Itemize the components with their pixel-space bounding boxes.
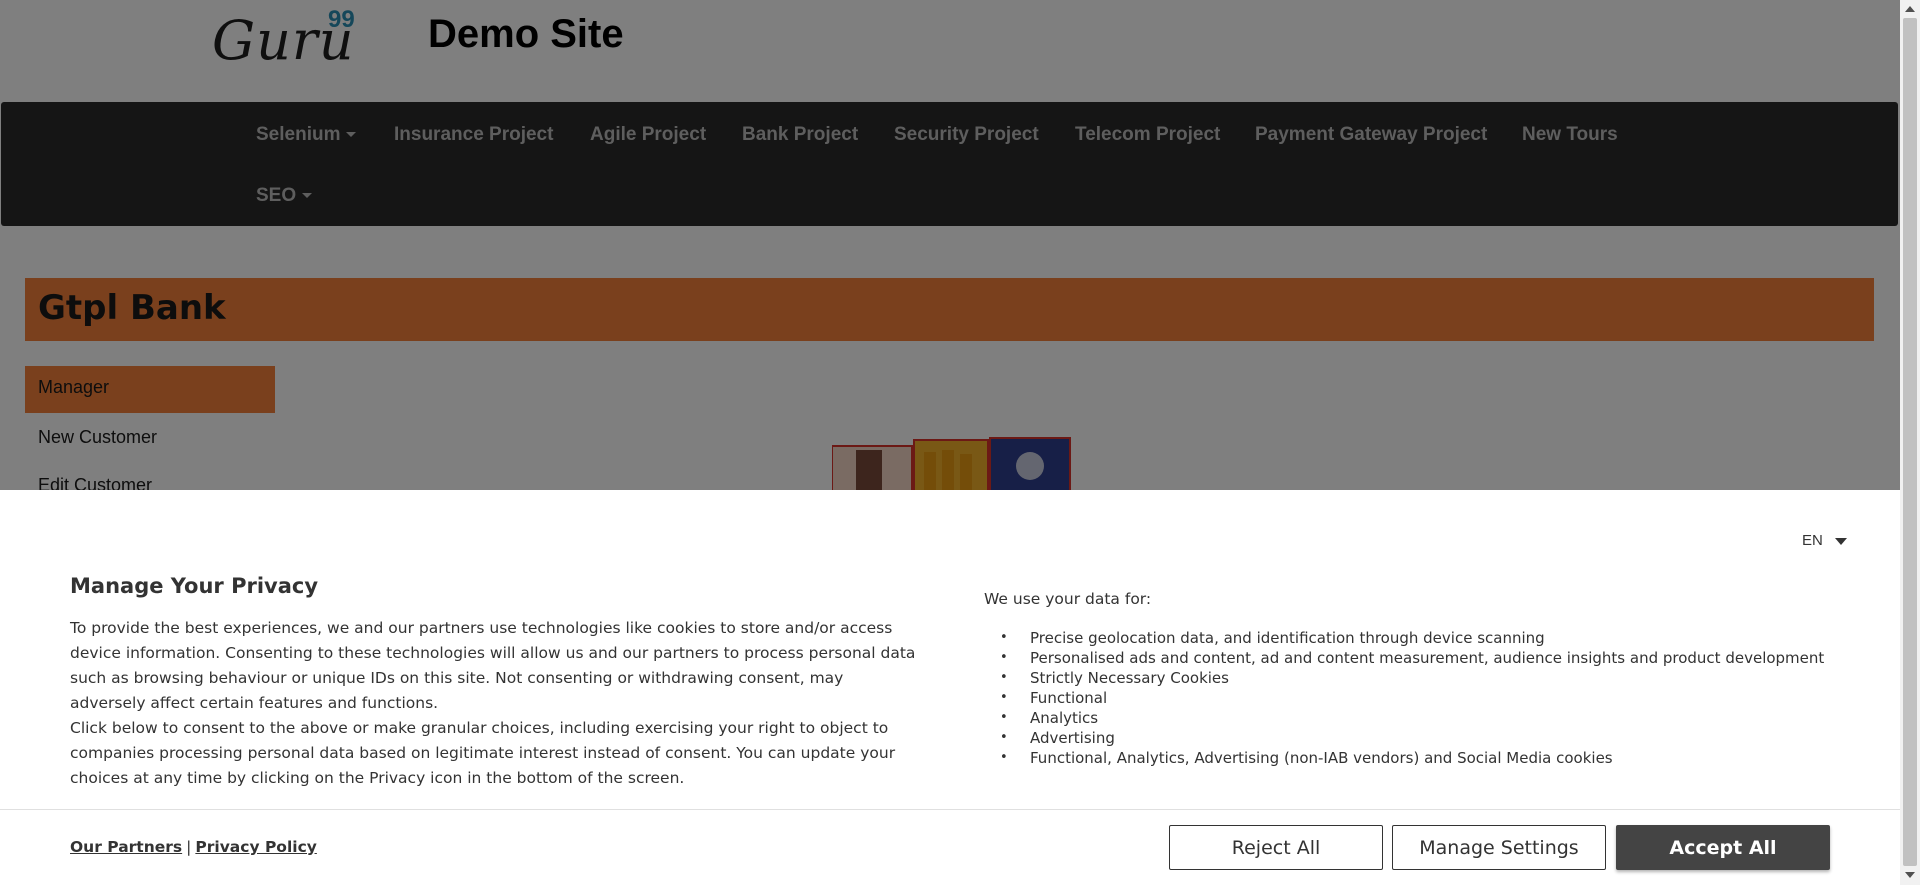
language-selector[interactable]: EN — [1802, 532, 1847, 549]
privacy-consent-banner: EN Manage Your Privacy To provide the be… — [0, 490, 1900, 885]
scroll-up-icon[interactable] — [1905, 6, 1915, 12]
consent-paragraph-2: Click below to consent to the above or m… — [70, 719, 896, 787]
manage-settings-button[interactable]: Manage Settings — [1392, 825, 1606, 870]
list-item: Functional, Analytics, Advertising (non-… — [984, 748, 1824, 768]
reject-all-button[interactable]: Reject All — [1169, 825, 1383, 870]
list-item: Analytics — [984, 708, 1824, 728]
modal-backdrop — [0, 0, 1900, 490]
language-label: EN — [1802, 532, 1823, 549]
privacy-policy-link[interactable]: Privacy Policy — [195, 838, 317, 856]
list-item: Strictly Necessary Cookies — [984, 668, 1824, 688]
list-item: Precise geolocation data, and identifica… — [984, 628, 1824, 648]
consent-links: Our Partners | Privacy Policy — [70, 838, 317, 856]
consent-paragraph-1: To provide the best experiences, we and … — [70, 619, 916, 712]
scroll-down-icon[interactable] — [1905, 872, 1915, 878]
consent-description: To provide the best experiences, we and … — [70, 616, 920, 791]
data-uses-list: Precise geolocation data, and identifica… — [984, 628, 1824, 768]
link-separator: | — [186, 838, 192, 856]
accept-all-button[interactable]: Accept All — [1616, 825, 1830, 870]
list-item: Personalised ads and content, ad and con… — [984, 648, 1824, 668]
list-item: Advertising — [984, 728, 1824, 748]
data-uses-title: We use your data for: — [984, 590, 1152, 608]
consent-title: Manage Your Privacy — [70, 574, 319, 598]
footer-divider — [0, 809, 1900, 810]
our-partners-link[interactable]: Our Partners — [70, 838, 182, 856]
chevron-down-icon — [1834, 537, 1847, 545]
scrollbar-thumb[interactable] — [1903, 18, 1917, 866]
list-item: Functional — [984, 688, 1824, 708]
